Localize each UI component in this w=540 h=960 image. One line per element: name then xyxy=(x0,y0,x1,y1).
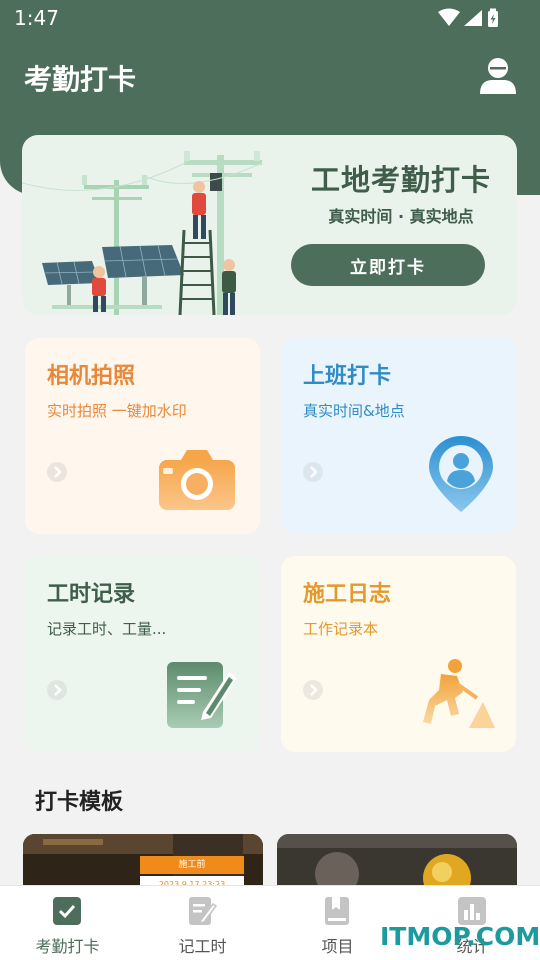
clock-in-card[interactable]: 上班打卡 真实时间&地点 xyxy=(281,338,516,534)
tab-work-hours-label: 记工时 xyxy=(178,937,227,956)
edit-note-icon xyxy=(189,897,217,925)
camera-icon xyxy=(159,450,235,510)
page-title: 考勤打卡 xyxy=(24,63,137,96)
construction-log-card-title: 施工日志 xyxy=(303,582,392,607)
construction-log-card[interactable]: 施工日志 工作记录本 xyxy=(281,556,516,752)
notepad-pencil-icon xyxy=(167,662,237,728)
camera-card-subtitle: 实时拍照 一键加水印 xyxy=(47,402,187,420)
tab-attendance-label: 考勤打卡 xyxy=(35,937,100,956)
chevron-right-icon xyxy=(303,462,323,482)
site-watermark: ITMOP.COM xyxy=(380,922,540,951)
status-time: 1:47 xyxy=(14,6,59,30)
battery-icon xyxy=(488,8,498,27)
work-hours-card-subtitle: 记录工时、工量... xyxy=(47,620,167,638)
construction-log-card-subtitle: 工作记录本 xyxy=(303,620,379,638)
construction-worker-illustration xyxy=(22,151,263,315)
punch-now-button[interactable]: 立即打卡 xyxy=(291,244,485,286)
status-bar: 1:47 xyxy=(0,0,540,36)
templates-section-title: 打卡模板 xyxy=(35,790,124,815)
chevron-right-icon xyxy=(303,680,323,700)
tab-attendance[interactable]: 考勤打卡 xyxy=(0,886,135,960)
chevron-right-icon xyxy=(47,462,67,482)
work-hours-card[interactable]: 工时记录 记录工时、工量... xyxy=(25,556,260,752)
banner-subtitle: 真实时间 · 真实地点 xyxy=(328,207,474,226)
tab-work-hours[interactable]: 记工时 xyxy=(135,886,270,960)
book-icon xyxy=(325,897,349,925)
camera-card-title: 相机拍照 xyxy=(47,364,136,389)
location-pin-icon xyxy=(429,436,493,512)
camera-card[interactable]: 相机拍照 实时拍照 一键加水印 xyxy=(25,338,260,534)
template-tag: 施工前 xyxy=(140,856,244,874)
signal-icon xyxy=(464,10,482,26)
banner-title: 工地考勤打卡 xyxy=(310,163,491,197)
chevron-right-icon xyxy=(47,680,67,700)
worker-shovel-icon xyxy=(423,659,495,728)
checkbox-icon xyxy=(53,897,81,925)
user-profile-icon[interactable] xyxy=(476,54,520,98)
clock-in-card-title: 上班打卡 xyxy=(303,364,392,389)
status-icons xyxy=(438,8,498,27)
punch-banner[interactable]: 工地考勤打卡 真实时间 · 真实地点 立即打卡 xyxy=(22,135,517,315)
wifi-icon xyxy=(438,8,460,26)
clock-in-card-subtitle: 真实时间&地点 xyxy=(303,402,405,420)
work-hours-card-title: 工时记录 xyxy=(47,582,136,607)
